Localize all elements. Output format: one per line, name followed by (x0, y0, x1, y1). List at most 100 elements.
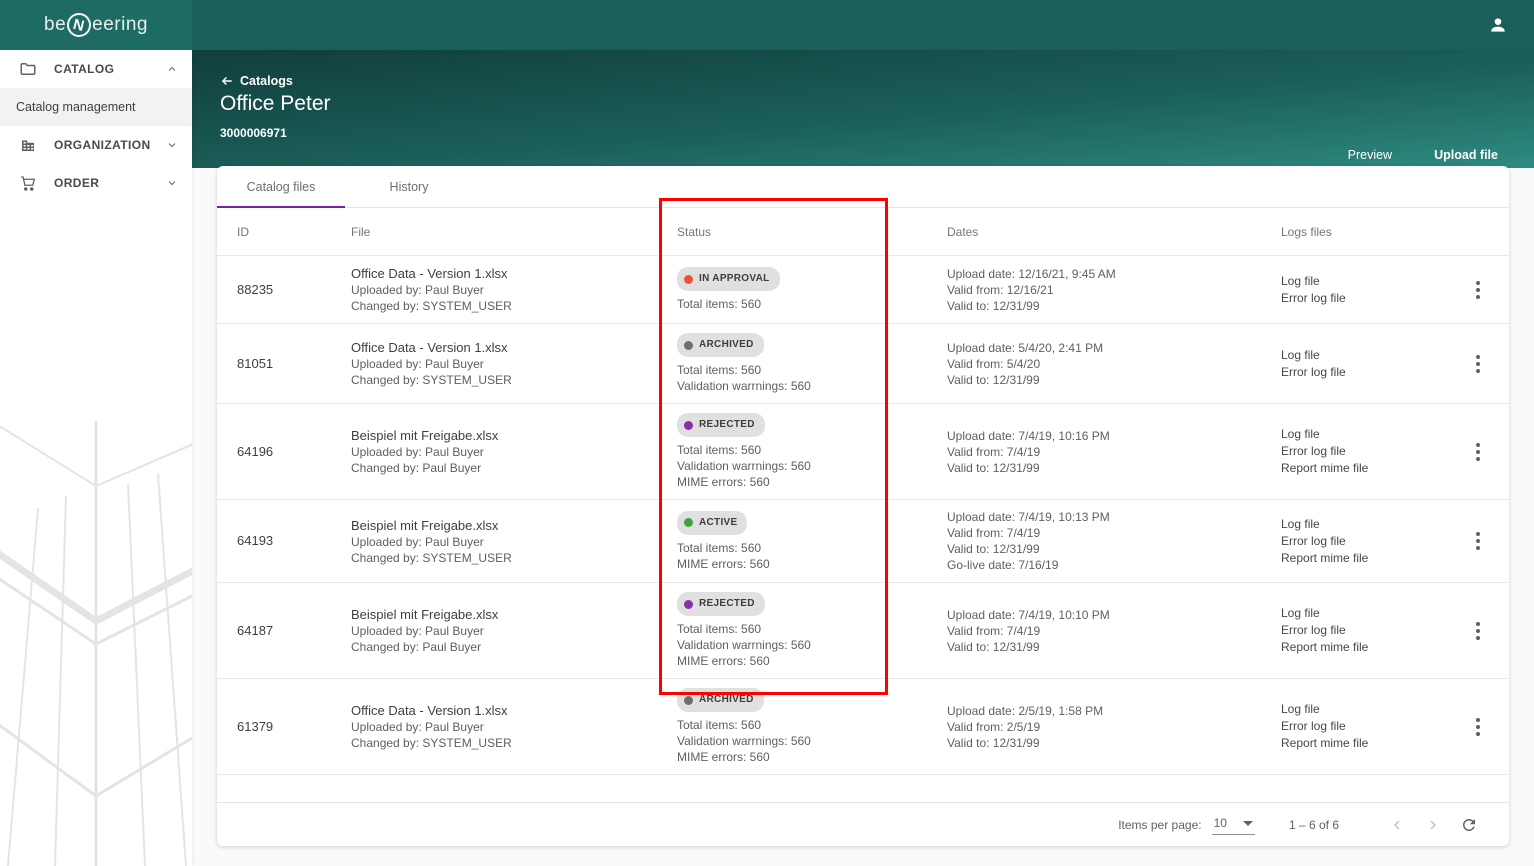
file-cell: Beispiel mit Freigabe.xlsx Uploaded by: … (351, 517, 677, 566)
status-dot-icon (684, 340, 693, 350)
status-detail-line: Validation warrnings: 560 (677, 379, 811, 393)
log-file-link[interactable]: Error log file (1281, 443, 1446, 460)
uploaded-by: Uploaded by: Paul Buyer (351, 534, 484, 549)
row-menu-kebab-icon[interactable] (1472, 349, 1484, 378)
column-header-file: File (351, 224, 371, 239)
log-file-link[interactable]: Error log file (1281, 290, 1446, 307)
status-dot-icon (684, 274, 693, 284)
refresh-icon[interactable] (1455, 811, 1483, 839)
log-file-link[interactable]: Error log file (1281, 622, 1446, 639)
status-badge: REJECTED (677, 592, 765, 616)
table-row: 88235 Office Data - Version 1.xlsx Uploa… (217, 256, 1509, 324)
row-menu-kebab-icon[interactable] (1472, 437, 1484, 466)
status-details: Total items: 560 Validation warrnings: 56… (677, 362, 947, 394)
next-page-button[interactable] (1419, 811, 1447, 839)
catalog-id: 3000006971 (220, 126, 287, 140)
tab-catalog-files[interactable]: Catalog files (217, 166, 345, 207)
log-file-link[interactable]: Error log file (1281, 718, 1446, 735)
items-per-page-select[interactable]: 10 (1211, 814, 1255, 835)
changed-by: Changed by: SYSTEM_USER (351, 373, 512, 387)
items-per-page-value: 10 (1213, 816, 1227, 830)
log-file-link[interactable]: Report mime file (1281, 550, 1446, 567)
date-line: Valid from: 12/16/21 (947, 282, 1054, 297)
date-line: Valid from: 7/4/19 (947, 623, 1041, 638)
date-line: Upload date: 7/4/19, 10:16 PM (947, 428, 1110, 443)
sidebar-subitem-label: Catalog management (16, 100, 136, 114)
cart-icon (19, 174, 37, 192)
table-row: 64193 Beispiel mit Freigabe.xlsx Uploade… (217, 500, 1509, 583)
row-id: 81051 (237, 355, 274, 371)
previous-page-button[interactable] (1383, 811, 1411, 839)
date-lines: Upload date: 7/4/19, 10:10 PM Valid from:… (947, 607, 1281, 655)
sidebar-item-order[interactable]: ORDER (0, 164, 192, 202)
status-details: Total items: 560 (677, 296, 947, 312)
log-file-link[interactable]: Report mime file (1281, 460, 1446, 477)
log-links: Log file Error log file Report mime file (1281, 701, 1446, 752)
date-lines: Upload date: 7/4/19, 10:13 PM Valid from:… (947, 509, 1281, 573)
dates-cell: Upload date: 7/4/19, 10:13 PM Valid from:… (947, 509, 1281, 573)
row-id: 64196 (237, 443, 274, 459)
sidebar-item-catalog-management[interactable]: Catalog management (0, 88, 192, 126)
status-cell: REJECTED Total items: 560 Validation warr… (677, 592, 947, 669)
row-menu-kebab-icon[interactable] (1472, 712, 1484, 741)
row-menu-kebab-icon[interactable] (1472, 616, 1484, 645)
log-links: Log file Error log file (1281, 347, 1446, 381)
log-file-link[interactable]: Error log file (1281, 364, 1446, 381)
status-label: ACTIVE (699, 516, 738, 528)
status-cell: REJECTED Total items: 560 Validation warr… (677, 413, 947, 490)
building-icon (19, 136, 37, 154)
changed-by: Changed by: Paul Buyer (351, 640, 482, 654)
column-header-logs: Logs files (1281, 224, 1332, 239)
status-detail-line: Total items: 560 (677, 363, 762, 377)
user-avatar-button[interactable] (1482, 9, 1514, 41)
status-cell: ACTIVE Total items: 560 MIME errors: 560 (677, 510, 947, 572)
log-file-link[interactable]: Log file (1281, 516, 1446, 533)
status-dot-icon (684, 518, 693, 527)
log-file-link[interactable]: Error log file (1281, 533, 1446, 550)
file-cell: Beispiel mit Freigabe.xlsx Uploaded by: … (351, 606, 677, 655)
sidebar-item-organization[interactable]: ORGANIZATION (0, 126, 192, 164)
row-menu-kebab-icon[interactable] (1472, 275, 1484, 304)
sidebar-item-catalog[interactable]: CATALOG (0, 50, 192, 88)
dates-cell: Upload date: 12/16/21, 9:45 AM Valid from… (947, 266, 1281, 314)
status-dot-icon (684, 420, 693, 430)
status-dot-icon (684, 695, 693, 705)
file-name: Beispiel mit Freigabe.xlsx (351, 517, 499, 533)
table-row: 64196 Beispiel mit Freigabe.xlsx Uploade… (217, 404, 1509, 500)
date-line: Valid from: 5/4/20 (947, 356, 1041, 371)
preview-button[interactable]: Preview (1348, 148, 1392, 162)
log-file-link[interactable]: Report mime file (1281, 735, 1446, 752)
sidebar: CATALOG Catalog management ORGANIZATION … (0, 50, 192, 866)
dates-cell: Upload date: 7/4/19, 10:10 PM Valid from:… (947, 607, 1281, 655)
row-menu-kebab-icon[interactable] (1472, 527, 1484, 556)
logs-cell: Log file Error log file Report mime file (1281, 426, 1446, 477)
log-file-link[interactable]: Log file (1281, 605, 1446, 622)
chevron-up-icon (166, 63, 178, 75)
upload-file-button[interactable]: Upload file (1434, 148, 1498, 162)
tab-history[interactable]: History (345, 166, 473, 207)
back-arrow-icon (220, 74, 234, 88)
row-id: 64193 (237, 533, 274, 548)
changed-by: Changed by: Paul Buyer (351, 461, 482, 475)
log-file-link[interactable]: Log file (1281, 701, 1446, 718)
folder-icon (19, 60, 37, 78)
status-label: REJECTED (699, 598, 755, 609)
dates-cell: Upload date: 2/5/19, 1:58 PM Valid from: … (947, 703, 1281, 751)
file-cell: Beispiel mit Freigabe.xlsx Uploaded by: … (351, 427, 677, 476)
log-file-link[interactable]: Log file (1281, 273, 1446, 290)
log-file-link[interactable]: Log file (1281, 426, 1446, 443)
status-details: Total items: 560 Validation warrnings: 56… (677, 442, 947, 490)
table-row: 64187 Beispiel mit Freigabe.xlsx Uploade… (217, 583, 1509, 679)
log-file-link[interactable]: Report mime file (1281, 639, 1446, 656)
logs-cell: Log file Error log file (1281, 273, 1446, 307)
file-cell: Office Data - Version 1.xlsx Uploaded by… (351, 265, 677, 314)
date-line: Valid to: 12/31/99 (947, 639, 1040, 654)
back-to-catalogs-link[interactable]: Catalogs (220, 74, 293, 88)
catalog-files-card: Catalog files History ID File Status Dat… (217, 166, 1509, 846)
log-file-link[interactable]: Log file (1281, 347, 1446, 364)
status-detail-line: Validation warrnings: 560 (677, 459, 811, 473)
status-label: ARCHIVED (699, 339, 754, 350)
date-line: Upload date: 5/4/20, 2:41 PM (947, 340, 1104, 355)
date-lines: Upload date: 7/4/19, 10:16 PM Valid from:… (947, 428, 1281, 476)
logs-cell: Log file Error log file Report mime file (1281, 516, 1446, 567)
